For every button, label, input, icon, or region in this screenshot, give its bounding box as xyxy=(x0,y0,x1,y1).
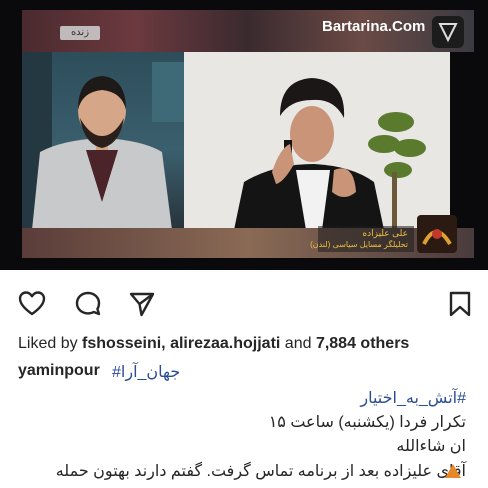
watermark: Bartarina.Com xyxy=(322,18,426,35)
caption-username[interactable]: yaminpour xyxy=(18,362,100,380)
caption-line: آقای علیزاده بعد از برنامه تماس گرفت. گف… xyxy=(55,463,466,480)
paper-plane-icon[interactable] xyxy=(128,290,156,318)
studio-host-panel xyxy=(22,52,184,230)
live-badge: زنده xyxy=(60,26,100,40)
comment-icon[interactable] xyxy=(74,290,102,318)
guest-title: تحلیلگر مسایل سیاسی (لندن) xyxy=(310,240,408,249)
caption-hashtag[interactable]: #جهان_آرا xyxy=(112,362,180,382)
show-logo-icon xyxy=(417,215,457,253)
channel-logo-icon xyxy=(432,16,464,48)
caption-line: ان شاءالله xyxy=(396,438,466,455)
liked-by-users[interactable]: fshosseini, alirezaa.hojjati xyxy=(82,335,280,352)
caption-line: تکرار فردا (یکشنبه) ساعت ۱۵ xyxy=(268,414,466,431)
guest-name: علی علیزاده xyxy=(362,228,408,238)
liked-by-and: and xyxy=(280,335,316,352)
bookmark-icon[interactable] xyxy=(446,290,474,318)
caption-hashtag[interactable]: #آتش_به_اختیار xyxy=(360,388,466,408)
liked-by-prefix: Liked by xyxy=(18,335,83,352)
guest-video-panel xyxy=(184,52,450,230)
post-image[interactable]: زنده Bartarina.Com علی علیزاده تحلیلگر م… xyxy=(0,0,488,270)
heart-icon[interactable] xyxy=(18,290,46,318)
warning-triangle-icon xyxy=(445,464,461,478)
liked-by-line: Liked by fshosseini, alirezaa.hojjati an… xyxy=(18,335,409,353)
likes-count[interactable]: 7,884 others xyxy=(316,335,409,352)
